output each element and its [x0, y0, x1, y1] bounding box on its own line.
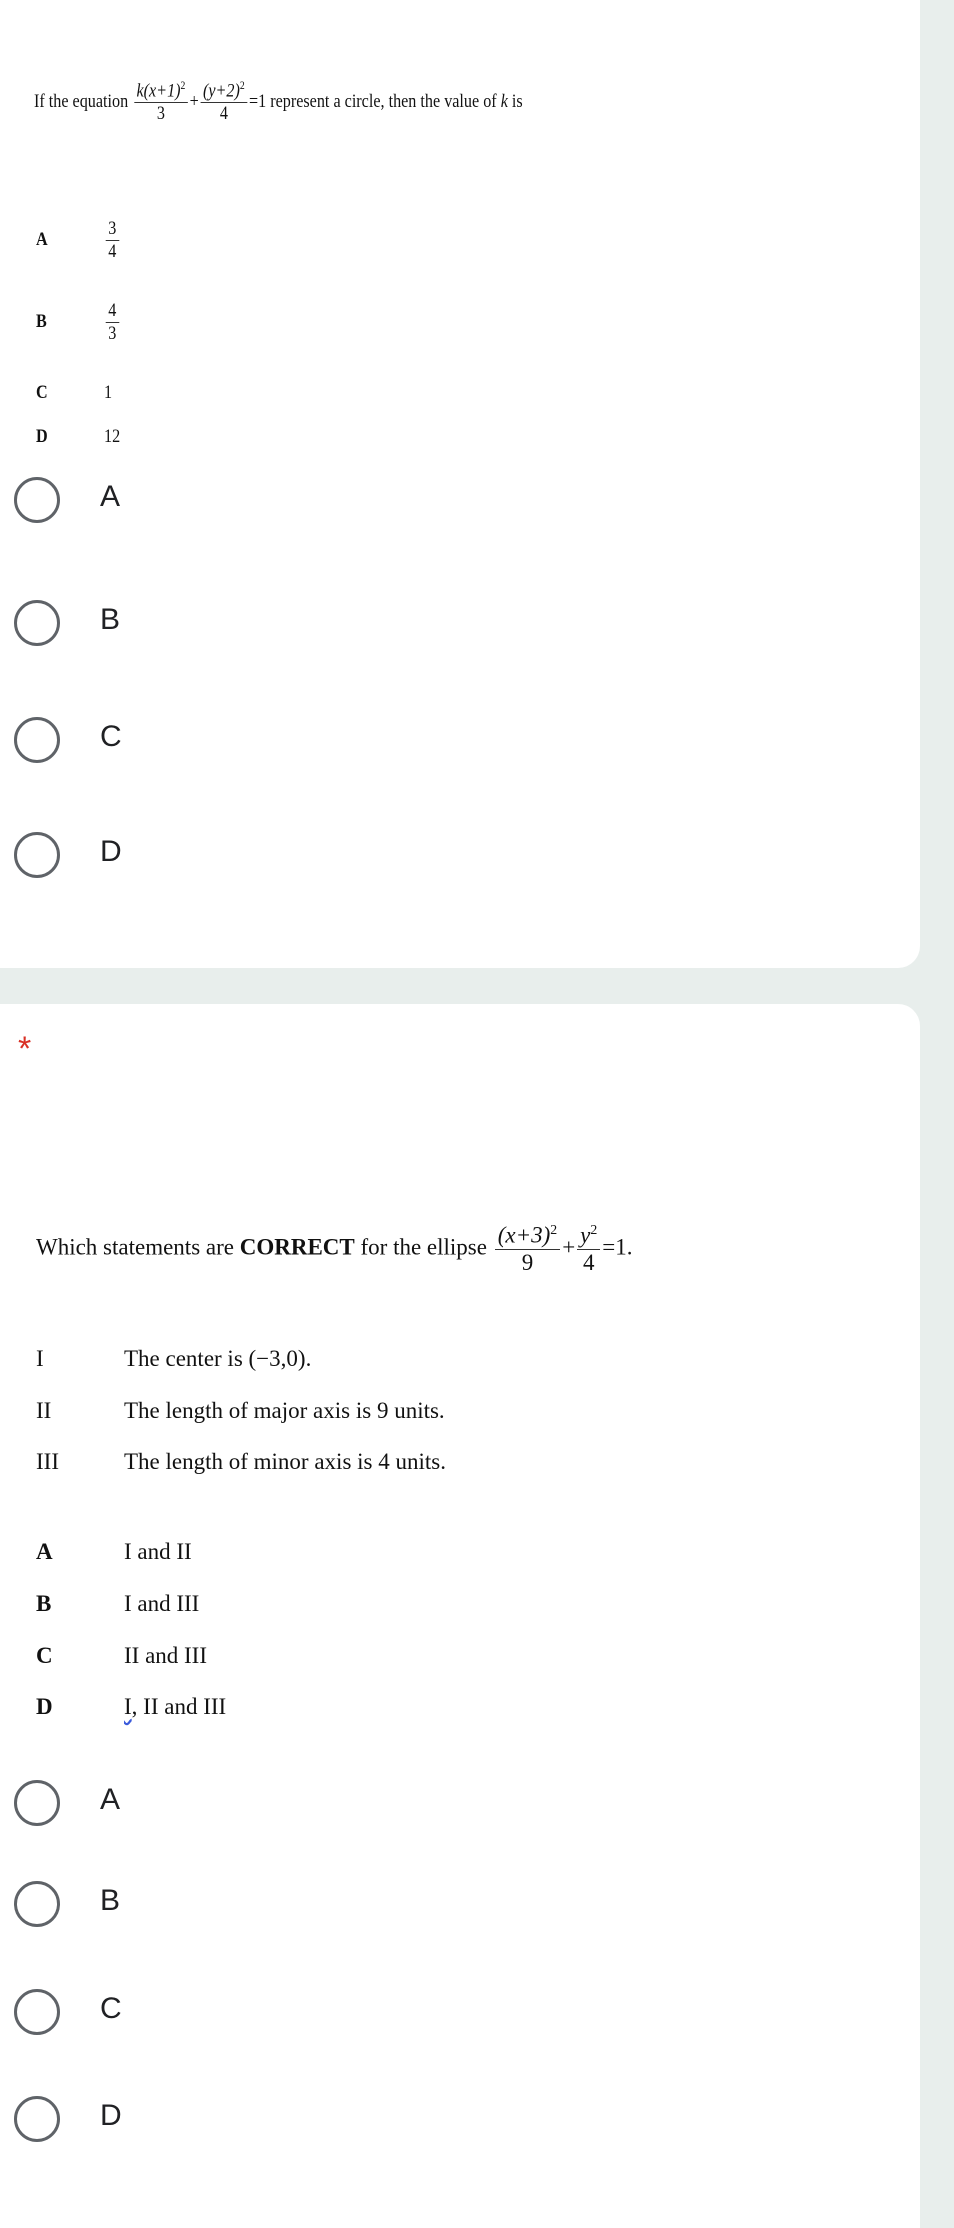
- radio-label-d[interactable]: D: [100, 2099, 122, 2133]
- question-1-text: If the equation k(x+1)2 3 + (y+2)2 4 =1 repre…: [34, 80, 523, 125]
- option-c-text: C1: [36, 382, 113, 403]
- radio-d[interactable]: [14, 2096, 60, 2142]
- option-d-text: D I, II and III: [36, 1694, 227, 1719]
- radio-label-d[interactable]: D: [100, 835, 122, 869]
- option-a-text: AI and II: [36, 1539, 192, 1564]
- option-a-text: A34: [36, 218, 121, 263]
- question-card-1: If the equation k(x+1)2 3 + (y+2)2 4 =1 repre…: [0, 0, 920, 968]
- radio-a[interactable]: [14, 1780, 60, 1826]
- radio-label-b[interactable]: B: [100, 603, 120, 637]
- option-d-text: D 12: [36, 426, 121, 447]
- radio-label-c[interactable]: C: [100, 720, 122, 754]
- fraction-2: y2 4: [577, 1222, 601, 1277]
- radio-label-a[interactable]: A: [100, 480, 120, 514]
- statement-1: I The center is (−3,0).: [36, 1346, 312, 1371]
- statement-2: II The length of major axis is 9 units.: [36, 1398, 445, 1423]
- option-b-text: BI and III: [36, 1591, 200, 1616]
- radio-b[interactable]: [14, 600, 60, 646]
- fraction-1: k(x+1)2 3: [133, 80, 188, 125]
- fraction-1: (x+3)2 9: [494, 1222, 561, 1277]
- question-2-text: Which statements are CORRECT for the ell…: [36, 1222, 633, 1277]
- radio-b[interactable]: [14, 1881, 60, 1927]
- statement-3: III The length of minor axis is 4 units.: [36, 1449, 446, 1474]
- required-asterisk: *: [18, 1030, 32, 1068]
- radio-label-b[interactable]: B: [100, 1884, 120, 1918]
- fraction-2: (y+2)2 4: [200, 80, 248, 125]
- radio-a[interactable]: [14, 477, 60, 523]
- radio-d[interactable]: [14, 832, 60, 878]
- radio-label-c[interactable]: C: [100, 1992, 122, 2026]
- radio-c[interactable]: [14, 1989, 60, 2035]
- radio-c[interactable]: [14, 717, 60, 763]
- radio-label-a[interactable]: A: [100, 1783, 120, 1817]
- option-b-text: B43: [36, 300, 121, 345]
- option-c-text: C II and III: [36, 1643, 208, 1668]
